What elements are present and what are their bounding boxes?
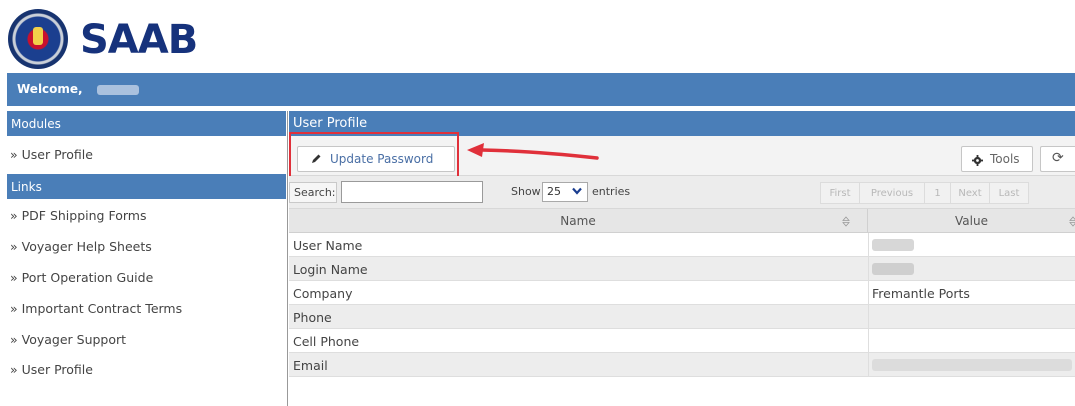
table-row: User Name xyxy=(289,233,1075,257)
row-name: Company xyxy=(293,286,353,301)
tools-button[interactable]: Tools xyxy=(961,146,1033,172)
header-logo-area: SAAB xyxy=(0,0,1075,72)
entries-label: entries xyxy=(592,185,631,198)
pagination: First Previous 1 Next Last xyxy=(820,182,1029,204)
pager-next[interactable]: Next xyxy=(950,182,990,204)
search-input[interactable] xyxy=(341,181,483,203)
column-header-value[interactable]: Value xyxy=(868,209,1075,233)
row-name: Cell Phone xyxy=(293,334,360,349)
redacted-value xyxy=(872,359,1072,371)
entries-per-page-select[interactable]: 25 xyxy=(542,182,588,202)
column-header-name[interactable]: Name xyxy=(289,209,868,233)
search-label: Search: xyxy=(289,182,337,203)
main-panel: User Profile Update Password Tools ⟳ Sea… xyxy=(289,111,1075,406)
table-row: Phone xyxy=(289,305,1075,329)
welcome-label: Welcome, xyxy=(17,82,83,96)
brand-logo: SAAB xyxy=(80,17,198,63)
table-row: Company Fremantle Ports xyxy=(289,281,1075,305)
row-name: Login Name xyxy=(293,262,368,277)
pager-first[interactable]: First xyxy=(820,182,860,204)
table-row: Cell Phone xyxy=(289,329,1075,353)
entries-selected-value: 25 xyxy=(547,185,561,198)
row-value: Fremantle Ports xyxy=(872,286,970,301)
sort-icon xyxy=(842,216,850,227)
redacted-value xyxy=(872,239,914,251)
gear-icon xyxy=(972,155,983,166)
search-paging-bar: Search: Show 25 entries First Previous 1… xyxy=(289,176,1075,209)
refresh-button[interactable]: ⟳ xyxy=(1040,146,1075,172)
sort-icon xyxy=(1069,216,1075,227)
griffin-crest xyxy=(33,27,43,45)
chevron-down-icon xyxy=(572,187,582,195)
show-label: Show xyxy=(511,185,541,198)
red-arrow-icon xyxy=(467,143,599,160)
redacted-value xyxy=(872,263,914,275)
row-name: User Name xyxy=(293,238,363,253)
row-name: Phone xyxy=(293,310,332,325)
table-header-row: Name Value xyxy=(289,209,1075,233)
sidebar-link-pdf-shipping-forms[interactable]: » PDF Shipping Forms xyxy=(7,202,286,232)
table-row: Login Name xyxy=(289,257,1075,281)
table-row: Email xyxy=(289,353,1075,377)
redacted-username xyxy=(97,85,139,95)
pager-page-1[interactable]: 1 xyxy=(924,182,951,204)
modules-heading: Modules xyxy=(7,111,286,136)
sidebar: Modules » User Profile Links » PDF Shipp… xyxy=(7,111,286,406)
pager-last[interactable]: Last xyxy=(989,182,1029,204)
tools-label: Tools xyxy=(990,152,1020,166)
refresh-icon: ⟳ xyxy=(1052,150,1064,166)
saab-griffin-emblem-icon xyxy=(8,9,68,69)
sidebar-item-user-profile[interactable]: » User Profile xyxy=(7,141,286,171)
annotation-highlight-box xyxy=(289,132,459,178)
row-name: Email xyxy=(293,358,328,373)
pager-previous[interactable]: Previous xyxy=(859,182,925,204)
sidebar-link-voyager-help-sheets[interactable]: » Voyager Help Sheets xyxy=(7,233,286,263)
sidebar-link-user-profile[interactable]: » User Profile xyxy=(7,356,286,386)
panel-divider xyxy=(287,111,288,406)
sidebar-link-voyager-support[interactable]: » Voyager Support xyxy=(7,326,286,356)
links-heading: Links xyxy=(7,174,286,199)
sidebar-link-port-operation-guide[interactable]: » Port Operation Guide xyxy=(7,264,286,294)
sidebar-link-important-contract-terms[interactable]: » Important Contract Terms xyxy=(7,295,286,325)
welcome-bar: Welcome, xyxy=(7,73,1075,106)
